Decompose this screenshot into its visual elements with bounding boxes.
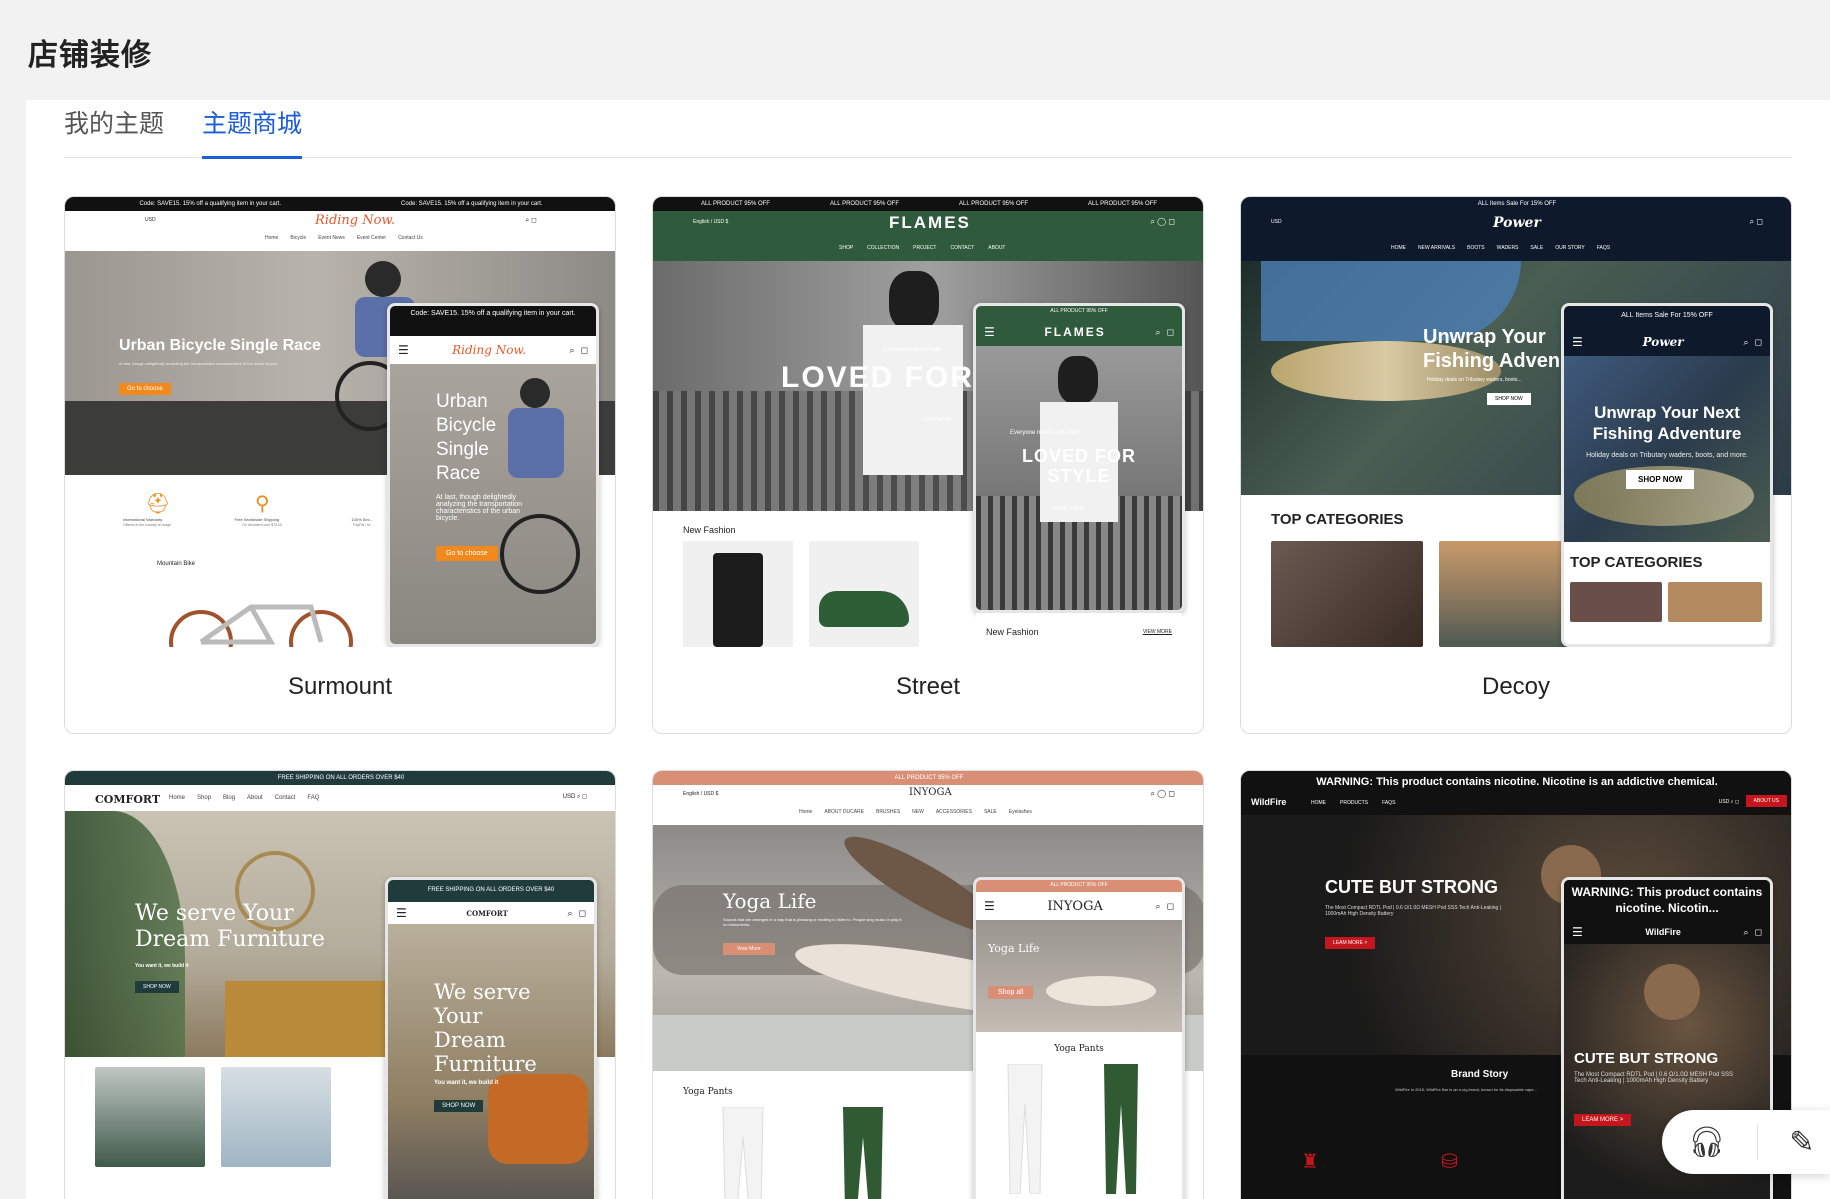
cart-icon: ◻ (578, 907, 586, 918)
site-logo: INYOGA (909, 787, 952, 798)
product-image (722, 1107, 764, 1199)
bike-part-icon: ⚲ (255, 493, 270, 515)
search-icon: USD ⌕ ◻ (562, 794, 587, 800)
bottle-icon: ♜ (1301, 1151, 1319, 1173)
headset-icon[interactable]: 🎧︎ (1688, 1125, 1726, 1160)
section-title: TOP CATEGORIES (1271, 511, 1404, 528)
theme-preview: Code: SAVE15. 15% off a qualifying item … (65, 197, 615, 647)
site-logo: Power (1493, 215, 1541, 231)
theme-preview: ALL PRODUCT 95% OFF ALL PRODUCT 95% OFF AL… (653, 197, 1203, 647)
announcement-bar: WARNING: This product contains nicotine.… (1241, 771, 1791, 793)
theme-name: Street (895, 673, 961, 700)
mobile-preview: FREE SHIPPING ON ALL ORDERS OVER $40 ☰ C… (385, 877, 597, 1199)
search-icon: ⌕ ◻ (1749, 217, 1763, 226)
theme-preview: ALL Items Sale For 15% OFF USD Power ⌕ ◻… (1241, 197, 1791, 647)
site-logo: COMFORT (95, 793, 161, 806)
helmet-icon: ⛑ (145, 493, 171, 515)
mobile-preview: ALL PRODUCT 95% OFF ☰ INYOGA ⌕ ◻ Yoga Lif… (973, 877, 1185, 1199)
page-title: 店铺装修 (28, 39, 152, 72)
site-header: WildFire HOME PRODUCTS FAQS USD ⌕ ◻ ABOUT … (1241, 793, 1791, 815)
product-image (809, 541, 919, 647)
theme-preview: FREE SHIPPING ON ALL ORDERS OVER $40 COM… (65, 771, 615, 1199)
cart-icon: ◻ (1754, 926, 1762, 937)
section-title: Yoga Pants (683, 1087, 733, 1097)
category-image (1271, 541, 1423, 647)
cart-icon: ◻ (1754, 336, 1762, 347)
announcement-bar: FREE SHIPPING ON ALL ORDERS OVER $40 (65, 771, 615, 785)
search-icon: ⌕ (1743, 336, 1749, 347)
product-image (95, 1067, 205, 1167)
search-icon: ⌕ (1155, 900, 1161, 911)
site-header: English / USD $ INYOGA ⌕ ◯ ◻ Home ABOUT D… (683, 787, 1175, 815)
search-icon: USD ⌕ ◻ (1718, 799, 1739, 805)
theme-preview: ALL PRODUCT 95% OFF English / USD $ INYO… (653, 771, 1203, 1199)
mobile-preview: ALL Items Sale For 15% OFF ☰ Power ⌕ ◻ Un… (1561, 303, 1773, 647)
product-image (683, 541, 793, 647)
device-icon: ⛁ (1441, 1151, 1458, 1173)
search-icon: ⌕ (567, 907, 573, 918)
announcement-bar: Code: SAVE15. 15% off a qualifying item … (65, 197, 615, 211)
divider (1756, 1125, 1758, 1159)
theme-name: Surmount (287, 673, 393, 700)
menu-icon: ☰ (1572, 925, 1583, 939)
hero-button: Go to choose (119, 383, 171, 395)
search-icon: ⌕ ◻ (525, 217, 537, 224)
announcement-bar: ALL Items Sale For 15% OFF (1241, 197, 1791, 211)
menu-icon: ☰ (984, 325, 995, 339)
floating-toolbar: 🎧︎ ✎ (1662, 1110, 1830, 1174)
mobile-preview: ALL PRODUCT 95% OFF ☰ FLAMES ⌕ ◻ Everyone… (973, 303, 1185, 613)
search-icon: ⌕ ◯ ◻ (1150, 217, 1175, 226)
bag-icon: ◻ (580, 344, 588, 355)
menu-icon: ☰ (398, 343, 409, 357)
site-logo: Riding Now. (315, 213, 396, 228)
product-image (843, 1107, 883, 1199)
site-header: English / USD $ FLAMES ⌕ ◯ ◻ SHOP COLLECT… (653, 211, 1203, 261)
edit-note-icon[interactable]: ✎ (1789, 1125, 1814, 1160)
tab-theme-store[interactable]: 主题商城 (202, 100, 303, 159)
search-icon: ⌕ ◯ ◻ (1150, 789, 1175, 798)
bicycle-image (169, 604, 353, 647)
site-header: USD Power ⌕ ◻ HOME NEW ARRIVALS BOOTS WADER… (1241, 211, 1791, 261)
search-icon: ⌕ (569, 344, 575, 355)
site-nav: Home Bicycle Event News Event Center Contact… (265, 235, 423, 241)
product-image (221, 1067, 331, 1167)
announcement-bar: ALL PRODUCT 95% OFF ALL PRODUCT 95% OFF AL… (653, 197, 1203, 211)
menu-icon: ☰ (396, 906, 407, 920)
search-icon: ⌕ (1155, 326, 1161, 337)
search-icon: ⌕ (1743, 926, 1749, 937)
site-logo: FLAMES (889, 213, 971, 232)
theme-panel: 我的主题 主题商城 Code: SAVE15. 15% off a qualif… (26, 100, 1830, 1199)
section-title: Brand Story (1451, 1069, 1509, 1080)
theme-card-surmount[interactable]: Code: SAVE15. 15% off a qualifying item … (64, 196, 616, 734)
tabs: 我的主题 主题商城 (64, 100, 1792, 159)
tab-my-themes[interactable]: 我的主题 (64, 100, 164, 158)
announcement-bar: ALL PRODUCT 95% OFF (653, 771, 1203, 785)
theme-card-comfort[interactable]: FREE SHIPPING ON ALL ORDERS OVER $40 COM… (64, 770, 616, 1199)
cart-icon: ◻ (1166, 326, 1174, 337)
section-title: New Fashion (683, 525, 736, 535)
mobile-preview: Code: SAVE15. 15% off a qualifying item … (387, 303, 599, 647)
menu-icon: ☰ (1572, 335, 1583, 349)
cart-icon: ◻ (1166, 900, 1174, 911)
theme-name: Decoy (1481, 673, 1551, 700)
menu-icon: ☰ (984, 899, 995, 913)
site-header: USD Riding Now. ⌕ ◻ Home Bicycle Event New… (145, 213, 537, 241)
theme-card-street[interactable]: ALL PRODUCT 95% OFF ALL PRODUCT 95% OFF AL… (652, 196, 1204, 734)
site-logo: WildFire (1251, 797, 1287, 807)
section-title: Mountain Bike (157, 561, 196, 567)
theme-card-inyoga[interactable]: ALL PRODUCT 95% OFF English / USD $ INYO… (652, 770, 1204, 1199)
theme-card-decoy[interactable]: ALL Items Sale For 15% OFF USD Power ⌕ ◻… (1240, 196, 1792, 734)
